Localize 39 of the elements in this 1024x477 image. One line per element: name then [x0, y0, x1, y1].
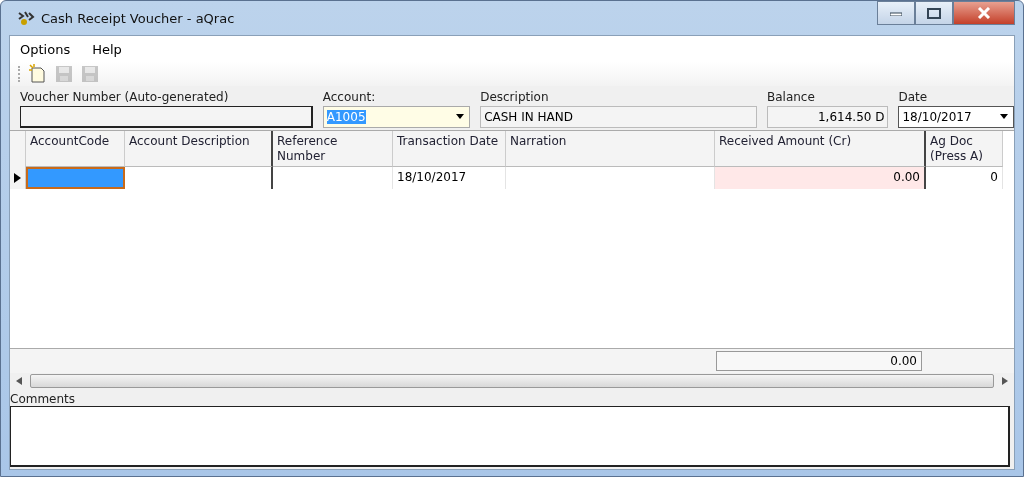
comments-label: Comments: [10, 391, 77, 406]
new-document-icon[interactable]: [28, 64, 48, 84]
column-header[interactable]: AccountCode: [26, 131, 125, 167]
minimize-button[interactable]: [877, 1, 915, 25]
close-button[interactable]: [953, 1, 1015, 25]
maximize-icon: [927, 7, 941, 19]
dropdown-arrow-icon: [998, 114, 1010, 120]
field-label: Account:: [322, 90, 377, 104]
scroll-right-icon[interactable]: [1002, 377, 1008, 385]
field-label: Date: [898, 90, 929, 104]
column-header[interactable]: Received Amount (Cr): [715, 131, 926, 167]
column-header[interactable]: Account Description: [125, 131, 273, 167]
column-header[interactable]: Transaction Date: [393, 131, 506, 167]
dropdown-arrow-icon: [454, 114, 467, 120]
balance-field[interactable]: 1,614.50 D: [767, 106, 889, 128]
column-header[interactable]: Ag Doc (Press A): [926, 131, 1003, 167]
description-field[interactable]: CASH IN HAND: [480, 106, 757, 128]
horizontal-scrollbar[interactable]: [10, 373, 1014, 389]
column-header[interactable]: Narration: [506, 131, 715, 167]
minimize-icon: [890, 10, 902, 16]
menu-item[interactable]: Options: [20, 41, 71, 57]
column-header[interactable]: Reference Number: [273, 131, 393, 167]
app-icon: [17, 10, 35, 26]
window-title: Cash Receipt Voucher - aQrac: [41, 10, 235, 26]
field-label: Voucher Number (Auto-generated): [20, 90, 230, 104]
menu-item[interactable]: Help: [92, 41, 122, 57]
date-picker[interactable]: 18/10/2017: [898, 106, 1014, 128]
scroll-left-icon[interactable]: [16, 377, 22, 385]
total-amount: 0.00: [716, 351, 922, 371]
voucher-number-field[interactable]: [20, 106, 313, 128]
field-label: Description: [480, 90, 550, 104]
table-cell[interactable]: 0.00: [715, 167, 926, 189]
table-cell[interactable]: 0: [926, 167, 1003, 189]
close-icon: [977, 7, 991, 19]
table-cell[interactable]: 18/10/2017: [393, 167, 506, 189]
maximize-button[interactable]: [915, 1, 953, 25]
comments-field[interactable]: [10, 406, 1010, 467]
field-label: Balance: [767, 90, 816, 104]
table-cell[interactable]: [26, 167, 125, 189]
